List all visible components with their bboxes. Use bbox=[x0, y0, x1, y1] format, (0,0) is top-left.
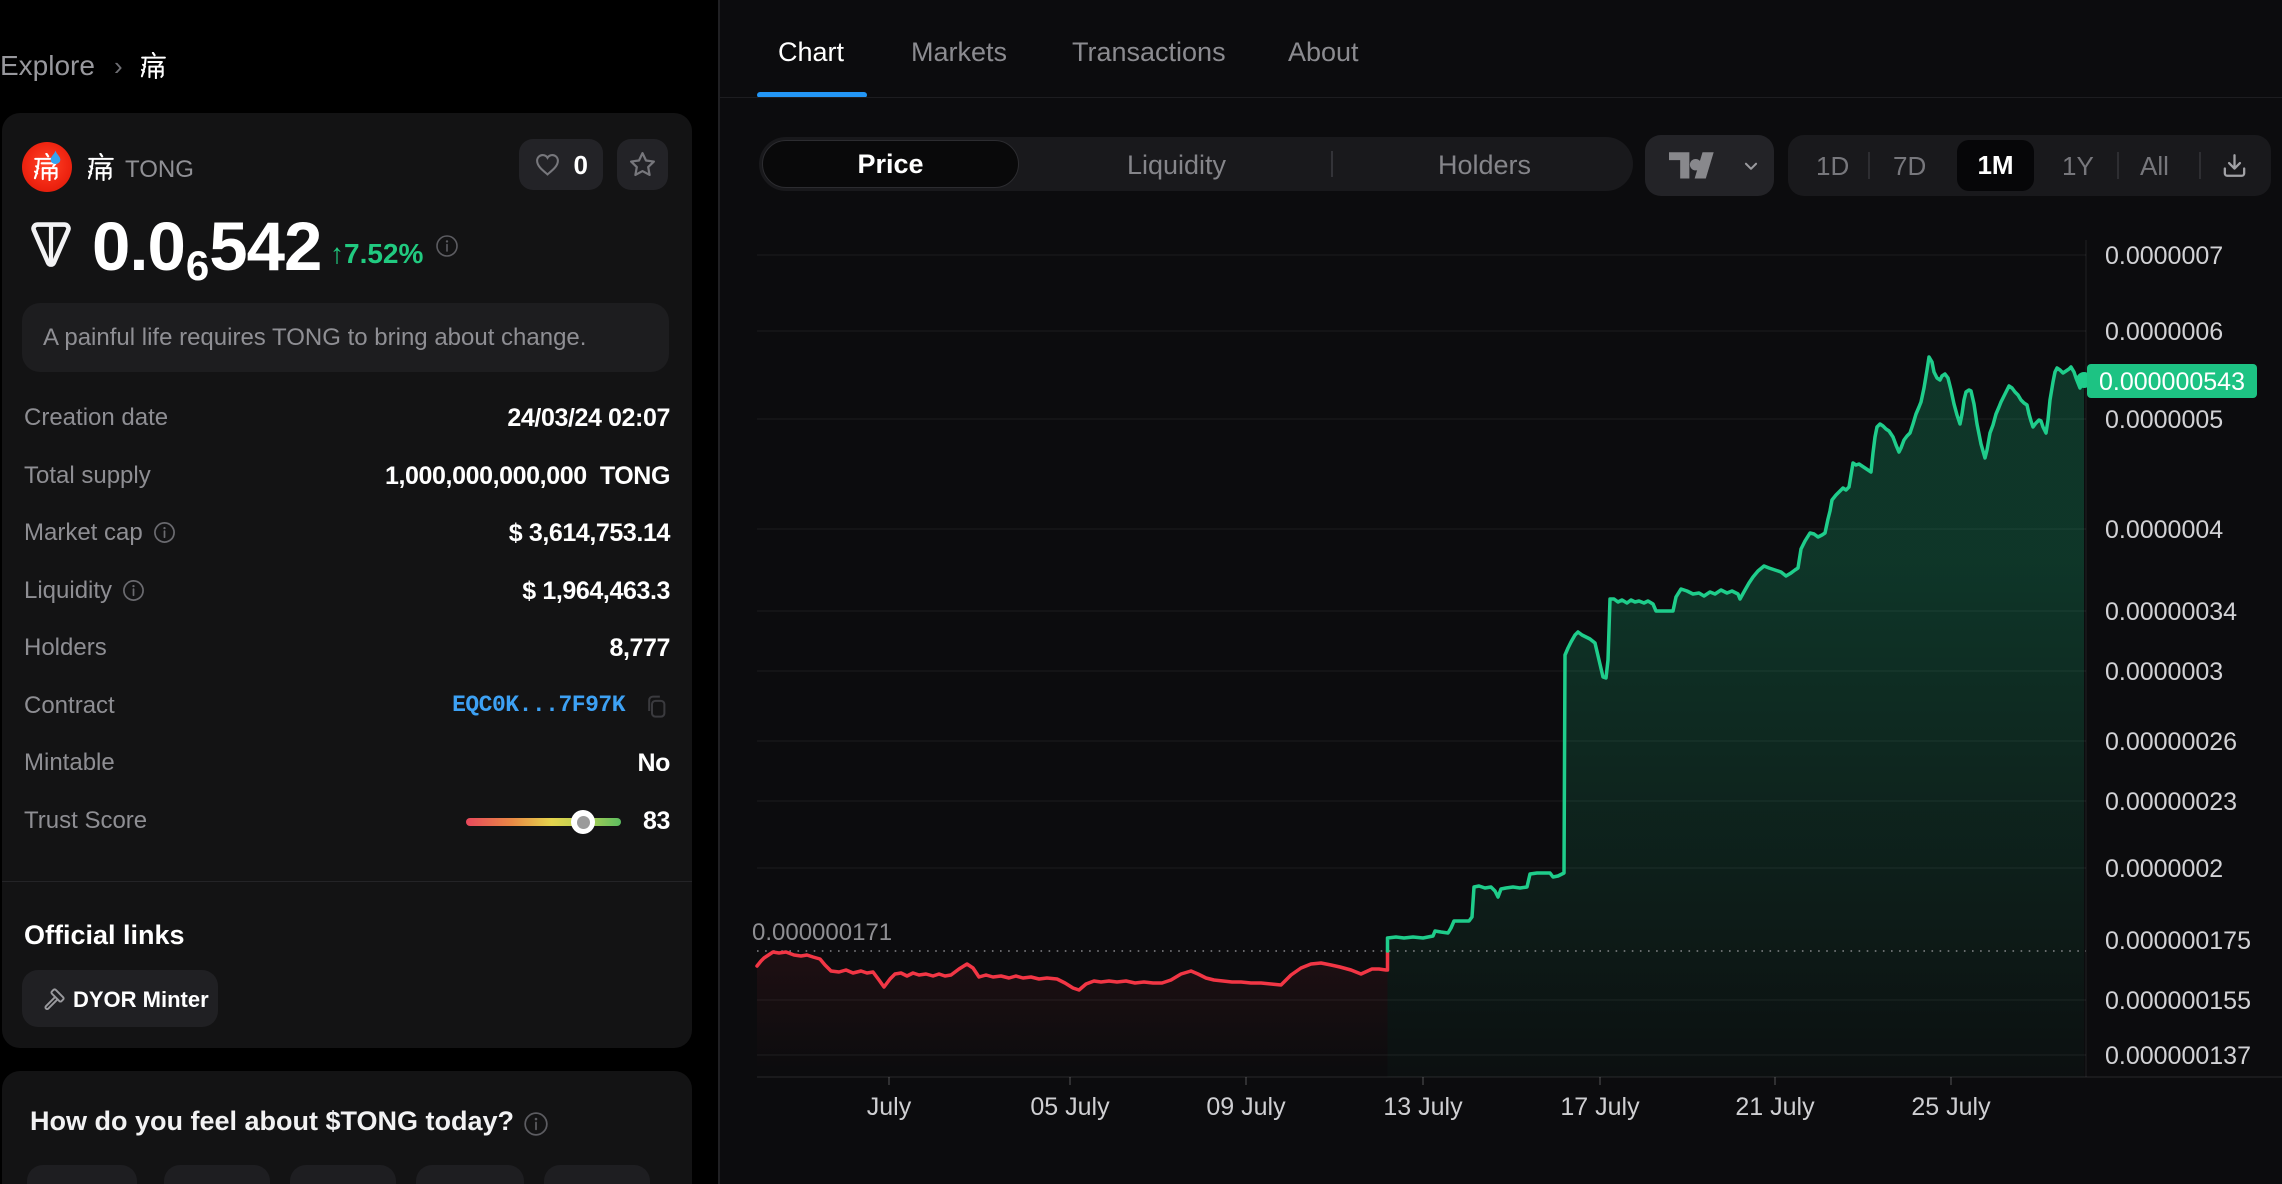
svg-text:0.0000006: 0.0000006 bbox=[2105, 318, 2223, 346]
svg-text:0.0000005: 0.0000005 bbox=[2105, 406, 2223, 434]
svg-text:0.0000004: 0.0000004 bbox=[2105, 516, 2223, 544]
svg-text:0.000000155: 0.000000155 bbox=[2105, 987, 2251, 1015]
svg-text:0.000000543: 0.000000543 bbox=[2099, 368, 2245, 396]
svg-text:0.00000023: 0.00000023 bbox=[2105, 788, 2237, 816]
svg-text:13 July: 13 July bbox=[1383, 1093, 1463, 1121]
svg-text:0.0000002: 0.0000002 bbox=[2105, 855, 2223, 883]
svg-text:0.000000137: 0.000000137 bbox=[2105, 1042, 2251, 1070]
svg-text:0.00000034: 0.00000034 bbox=[2105, 598, 2237, 626]
svg-text:0.000000171: 0.000000171 bbox=[752, 919, 892, 946]
svg-text:25 July: 25 July bbox=[1911, 1093, 1991, 1121]
svg-text:0.0000003: 0.0000003 bbox=[2105, 658, 2223, 686]
svg-text:09 July: 09 July bbox=[1206, 1093, 1286, 1121]
svg-text:21 July: 21 July bbox=[1735, 1093, 1815, 1121]
svg-text:0.0000007: 0.0000007 bbox=[2105, 242, 2223, 270]
svg-text:05 July: 05 July bbox=[1030, 1093, 1110, 1121]
svg-text:0.00000026: 0.00000026 bbox=[2105, 728, 2237, 756]
svg-text:July: July bbox=[867, 1093, 912, 1121]
svg-text:0.000000175: 0.000000175 bbox=[2105, 927, 2251, 955]
svg-text:17 July: 17 July bbox=[1560, 1093, 1640, 1121]
